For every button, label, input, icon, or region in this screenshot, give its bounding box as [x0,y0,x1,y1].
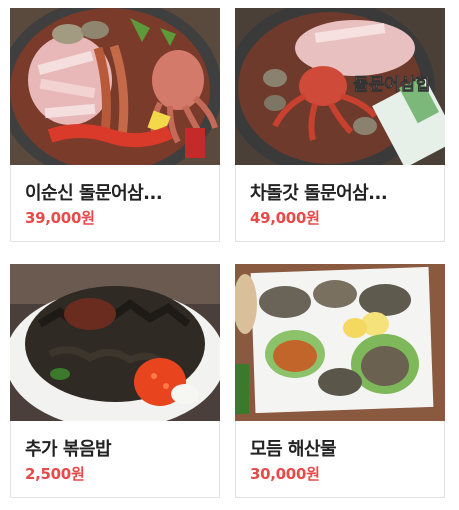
menu-name-4: 모듬 해산물 [250,439,337,460]
fried-rice-bowl-image [10,264,220,421]
menu-card-3[interactable]: 추가 볶음밥 2,500원 [10,264,220,498]
menu-photo-4 [235,264,445,421]
menu-card-4[interactable]: 모듬 해산물 30,000원 [235,264,445,498]
menu-price-2: 49,000원 [250,209,320,227]
menu-photo-2: 돌문어삼합 [235,8,445,165]
menu-name-1: 이순신 돌문어삼... [25,183,163,204]
seafood-platter-image [235,264,445,421]
menu-price-1: 39,000원 [25,209,95,227]
menu-name-2: 차돌갓 돌문어삼... [250,183,388,204]
menu-card-1[interactable]: 이순신 돌문어삼... 39,000원 [10,8,220,242]
menu-photo-1 [10,8,220,165]
menu-name-3: 추가 볶음밥 [25,439,112,460]
menu-grid: 이순신 돌문어삼... 39,000원 돌문어삼합 차돌갓 돌문어삼... 49… [0,0,459,510]
photo-overlay-text: 돌문어삼합 [353,74,432,95]
menu-photo-3 [10,264,220,421]
menu-card-2[interactable]: 돌문어삼합 차돌갓 돌문어삼... 49,000원 [235,8,445,242]
menu-price-4: 30,000원 [250,465,320,483]
seafood-pan-image [10,8,220,165]
menu-price-3: 2,500원 [25,465,85,483]
seafood-pan-octopus-image: 돌문어삼합 [235,8,445,165]
